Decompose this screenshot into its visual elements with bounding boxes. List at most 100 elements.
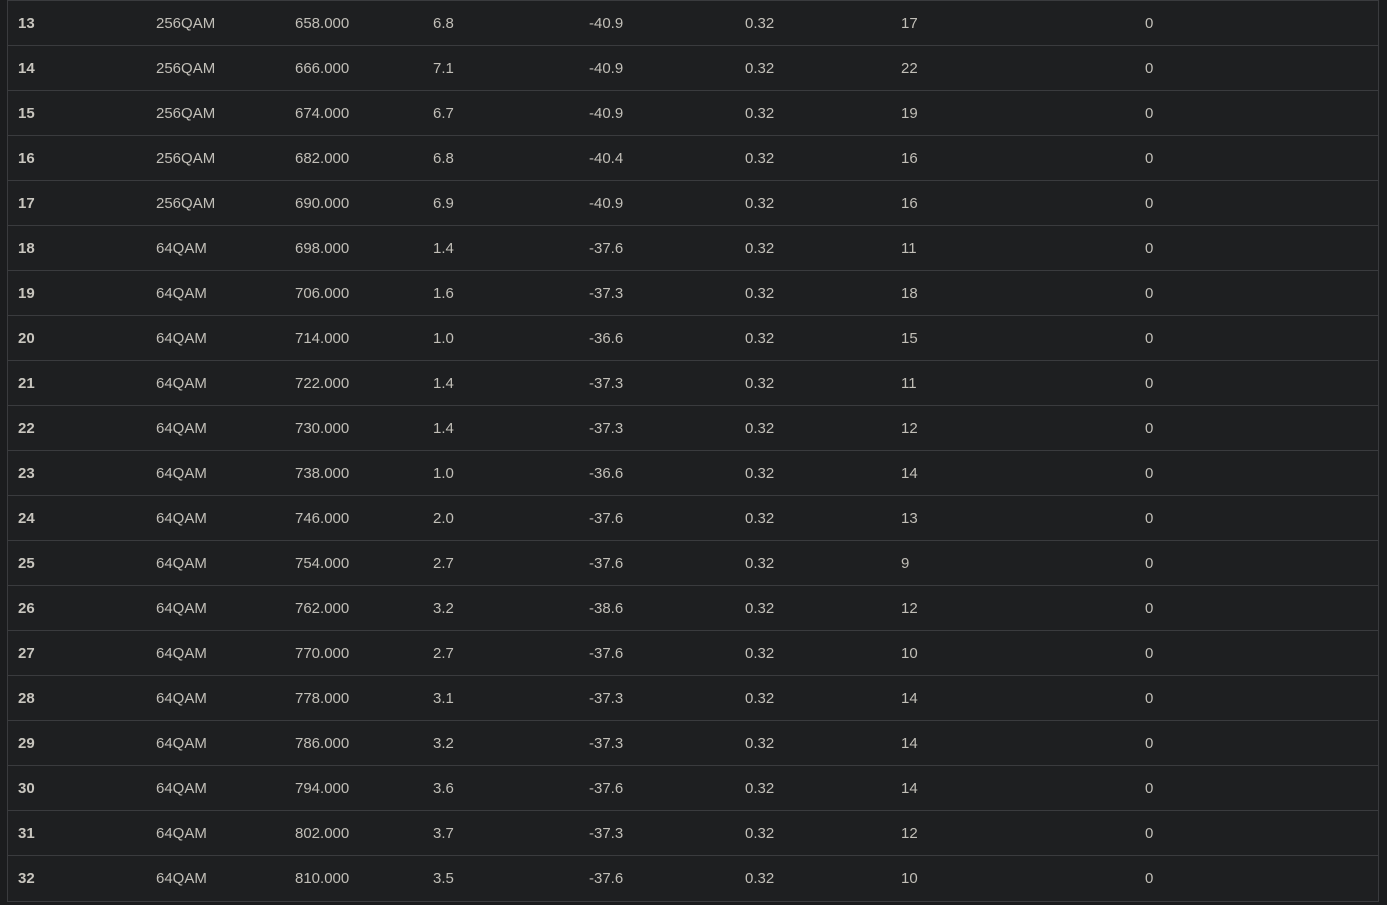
- cell-uncorrectable: 0: [1145, 194, 1154, 212]
- cell-snr: -36.6: [589, 464, 624, 482]
- cell-uncorrectable: 0: [1145, 14, 1154, 32]
- cell-uncorrectable: 0: [1145, 869, 1154, 887]
- cell-snr: -40.9: [589, 14, 624, 32]
- cell-corrected: 12: [901, 419, 918, 437]
- cell-power: 1.0: [433, 329, 454, 347]
- cell-modulation: 256QAM: [156, 194, 216, 212]
- table-row: 14 256QAM 666.000 7.1 -40.9 0.32 22 0: [8, 45, 1378, 91]
- cell-channel-id: 32: [18, 869, 35, 887]
- cell-snr: -37.6: [589, 554, 624, 572]
- cell-channel-id: 17: [18, 194, 35, 212]
- cell-corrected: 11: [901, 374, 917, 392]
- cell-correctable-ratio: 0.32: [745, 464, 775, 482]
- downstream-channel-table: 13 256QAM 658.000 6.8 -40.9 0.32 17 0 14 256QAM 66…: [8, 0, 1378, 901]
- cell-correctable-ratio: 0.32: [745, 284, 775, 302]
- cell-correctable-ratio: 0.32: [745, 869, 775, 887]
- cell-corrected: 14: [901, 779, 918, 797]
- cell-power: 3.5: [433, 869, 454, 887]
- cell-modulation: 64QAM: [156, 374, 207, 392]
- cell-modulation: 64QAM: [156, 509, 207, 527]
- cell-frequency: 754.000: [295, 554, 350, 572]
- cell-uncorrectable: 0: [1145, 284, 1154, 302]
- table-row: 13 256QAM 658.000 6.8 -40.9 0.32 17 0: [8, 0, 1378, 46]
- cell-channel-id: 31: [18, 824, 35, 842]
- cell-correctable-ratio: 0.32: [745, 104, 775, 122]
- cell-uncorrectable: 0: [1145, 509, 1154, 527]
- cell-power: 3.2: [433, 599, 454, 617]
- cell-frequency: 762.000: [295, 599, 350, 617]
- cell-frequency: 746.000: [295, 509, 350, 527]
- cell-corrected: 11: [901, 239, 917, 257]
- cell-frequency: 690.000: [295, 194, 350, 212]
- cell-channel-id: 25: [18, 554, 35, 572]
- cell-corrected: 17: [901, 14, 918, 32]
- table-row: 28 64QAM 778.000 3.1 -37.3 0.32 14 0: [8, 675, 1378, 721]
- cell-power: 2.7: [433, 644, 454, 662]
- cell-correctable-ratio: 0.32: [745, 509, 775, 527]
- table-row: 23 64QAM 738.000 1.0 -36.6 0.32 14 0: [8, 450, 1378, 496]
- cell-modulation: 64QAM: [156, 779, 207, 797]
- cell-frequency: 666.000: [295, 59, 350, 77]
- cell-corrected: 12: [901, 599, 918, 617]
- cell-channel-id: 23: [18, 464, 35, 482]
- cell-frequency: 730.000: [295, 419, 350, 437]
- table-body: 13 256QAM 658.000 6.8 -40.9 0.32 17 0 14 256QAM 66…: [8, 0, 1378, 901]
- cell-uncorrectable: 0: [1145, 554, 1154, 572]
- cell-uncorrectable: 0: [1145, 464, 1154, 482]
- cell-uncorrectable: 0: [1145, 599, 1154, 617]
- cell-channel-id: 20: [18, 329, 35, 347]
- cell-channel-id: 13: [18, 14, 35, 32]
- cell-snr: -37.3: [589, 374, 624, 392]
- table-row: 27 64QAM 770.000 2.7 -37.6 0.32 10 0: [8, 630, 1378, 676]
- cell-corrected: 16: [901, 149, 918, 167]
- cell-snr: -37.3: [589, 824, 624, 842]
- cell-frequency: 698.000: [295, 239, 350, 257]
- cell-channel-id: 22: [18, 419, 35, 437]
- table-row: 25 64QAM 754.000 2.7 -37.6 0.32 9 0: [8, 540, 1378, 586]
- cell-frequency: 778.000: [295, 689, 350, 707]
- cell-snr: -37.6: [589, 644, 624, 662]
- cell-corrected: 14: [901, 464, 918, 482]
- cell-correctable-ratio: 0.32: [745, 824, 775, 842]
- cell-channel-id: 15: [18, 104, 35, 122]
- cell-power: 1.0: [433, 464, 454, 482]
- cell-uncorrectable: 0: [1145, 734, 1154, 752]
- cell-power: 3.7: [433, 824, 454, 842]
- cell-power: 3.2: [433, 734, 454, 752]
- cell-frequency: 714.000: [295, 329, 350, 347]
- cell-correctable-ratio: 0.32: [745, 59, 775, 77]
- cell-corrected: 22: [901, 59, 918, 77]
- cell-uncorrectable: 0: [1145, 419, 1154, 437]
- cell-modulation: 64QAM: [156, 419, 207, 437]
- cell-power: 3.1: [433, 689, 454, 707]
- cell-modulation: 256QAM: [156, 59, 216, 77]
- cell-modulation: 64QAM: [156, 554, 207, 572]
- cell-modulation: 64QAM: [156, 689, 207, 707]
- cell-snr: -37.6: [589, 779, 624, 797]
- cell-channel-id: 29: [18, 734, 35, 752]
- cell-correctable-ratio: 0.32: [745, 779, 775, 797]
- cell-snr: -37.6: [589, 509, 624, 527]
- cell-correctable-ratio: 0.32: [745, 419, 775, 437]
- table-row: 29 64QAM 786.000 3.2 -37.3 0.32 14 0: [8, 720, 1378, 766]
- cell-modulation: 256QAM: [156, 14, 216, 32]
- cell-modulation: 64QAM: [156, 824, 207, 842]
- cell-frequency: 786.000: [295, 734, 350, 752]
- table-row: 22 64QAM 730.000 1.4 -37.3 0.32 12 0: [8, 405, 1378, 451]
- cell-channel-id: 28: [18, 689, 35, 707]
- cell-correctable-ratio: 0.32: [745, 644, 775, 662]
- table-row: 20 64QAM 714.000 1.0 -36.6 0.32 15 0: [8, 315, 1378, 361]
- cell-channel-id: 24: [18, 509, 35, 527]
- cell-frequency: 682.000: [295, 149, 350, 167]
- cell-frequency: 722.000: [295, 374, 350, 392]
- cell-corrected: 16: [901, 194, 918, 212]
- cell-power: 1.4: [433, 374, 454, 392]
- cell-correctable-ratio: 0.32: [745, 329, 775, 347]
- cell-snr: -40.4: [589, 149, 624, 167]
- cell-corrected: 19: [901, 104, 918, 122]
- table-row: 17 256QAM 690.000 6.9 -40.9 0.32 16 0: [8, 180, 1378, 226]
- cell-frequency: 802.000: [295, 824, 350, 842]
- cell-corrected: 10: [901, 644, 918, 662]
- cell-corrected: 10: [901, 869, 918, 887]
- cell-snr: -40.9: [589, 194, 624, 212]
